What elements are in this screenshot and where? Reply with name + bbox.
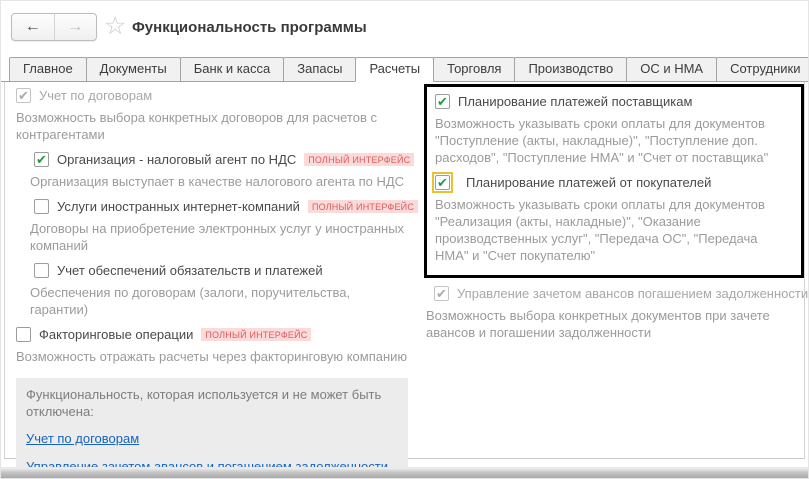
full-interface-badge: ПОЛНЫЙ ИНТЕРФЕЙС (304, 153, 414, 166)
tab-bank-i-kassa[interactable]: Банк и касса (180, 57, 285, 81)
checkmark-icon: ✔ (437, 95, 448, 108)
tab-content-panel: ✔ Учет по договорам Возможность выбора к… (4, 82, 805, 459)
forward-button[interactable]: → (54, 14, 97, 40)
window-bottom-bar (1, 467, 808, 478)
setting-uslugi-internet-kompanii: Услуги иностранных интернет-компаний ПОЛ… (16, 199, 410, 254)
setting-nalogovyi-agent-nds: ✔ Организация - налоговый агент по НДС П… (16, 152, 410, 190)
tab-proizvodstvo[interactable]: Производство (514, 57, 627, 81)
setting-description: Организация выступает в качестве налогов… (30, 173, 410, 190)
back-button[interactable]: ← (12, 14, 54, 40)
always-on-functionality-box: Функциональность, которая используется и… (16, 378, 408, 479)
setting-planirovanie-platezhei-postavshchikam: ✔ Планирование платежей поставщикам Возм… (435, 94, 793, 166)
checkmark-icon: ✔ (437, 176, 448, 189)
tab-torgovlya[interactable]: Торговля (433, 57, 515, 81)
checkbox-planirovanie-platezhei-postavshchikam[interactable]: ✔ (435, 94, 450, 109)
nav-button-group: ← → (11, 13, 97, 41)
checkbox-planirovanie-platezhei-ot-pokupatelei[interactable]: ✔ (435, 175, 450, 190)
always-on-functionality-text: Функциональность, которая используется и… (26, 386, 398, 420)
setting-description: Возможность указывать сроки оплаты для д… (435, 115, 793, 166)
back-arrow-icon: ← (25, 18, 41, 36)
checkbox-uchet-po-dogovoram: ✔ (16, 88, 31, 103)
tab-dokumenty[interactable]: Документы (86, 57, 181, 81)
checkbox-label: Услуги иностранных интернет-компаний (57, 199, 300, 214)
annotation-highlight-box: ✔ Планирование платежей поставщикам Возм… (424, 84, 804, 278)
setting-upravlenie-zachetom-avansov: ✔ Управление зачетом авансов погашением … (424, 286, 804, 341)
checkbox-label: Планирование платежей от покупателей (466, 175, 711, 190)
right-column: ✔ Планирование платежей поставщикам Возм… (424, 84, 804, 350)
checkbox-upravlenie-zachetom-avansov: ✔ (434, 286, 449, 301)
checkbox-uslugi-internet-kompanii[interactable] (34, 199, 49, 214)
tab-os-i-nma[interactable]: ОС и НМА (626, 57, 717, 81)
checkbox-label: Учет обеспечений обязательств и платежей (57, 263, 323, 278)
checkbox-uchet-obespechenii[interactable] (34, 263, 49, 278)
setting-description: Возможность отражать расчеты через факто… (16, 348, 410, 365)
checkmark-icon: ✔ (36, 153, 47, 166)
full-interface-badge: ПОЛНЫЙ ИНТЕРФЕЙС (201, 328, 311, 341)
checkbox-label: Организация - налоговый агент по НДС (57, 152, 296, 167)
tab-glavnoe[interactable]: Главное (9, 57, 87, 81)
tab-zapasy[interactable]: Запасы (283, 57, 356, 81)
setting-uchet-obespechenii: Учет обеспечений обязательств и платежей… (16, 263, 410, 318)
setting-planirovanie-platezhei-ot-pokupatelei: ✔ Планирование платежей от покупателей В… (435, 175, 793, 264)
page-title: Функциональность программы (132, 19, 367, 36)
checkmark-icon: ✔ (436, 287, 447, 300)
setting-description: Возможность указывать сроки оплаты для д… (435, 196, 793, 264)
link-uchet-po-dogovoram[interactable]: Учет по договорам (26, 431, 139, 446)
left-column: ✔ Учет по договорам Возможность выбора к… (16, 88, 410, 479)
tab-raschety[interactable]: Расчеты (355, 57, 434, 82)
tab-sotrudniki[interactable]: Сотрудники (716, 57, 809, 81)
setting-description: Договоры на приобретение электронных усл… (30, 220, 410, 254)
forward-arrow-icon: → (67, 18, 83, 36)
checkbox-label: Планирование платежей поставщикам (458, 94, 692, 109)
checkbox-faktoringovye-operacii[interactable] (16, 327, 31, 342)
checkbox-label: Факторинговые операции (39, 327, 193, 342)
full-interface-badge: ПОЛНЫЙ ИНТЕРФЕЙС (308, 200, 418, 213)
setting-uchet-po-dogovoram: ✔ Учет по договорам Возможность выбора к… (16, 88, 410, 143)
tab-bar: Главное Документы Банк и касса Запасы Ра… (1, 57, 808, 82)
favorite-star-icon[interactable]: ☆ (104, 12, 126, 40)
setting-description: Возможность выбора конкретных договоров … (16, 109, 410, 143)
annotation-checkbox-highlight: ✔ (432, 172, 453, 193)
setting-description: Обеспечения по договорам (залоги, поручи… (30, 284, 410, 318)
window-header: ← → ☆ Функциональность программы (1, 1, 808, 57)
setting-faktoringovye-operacii: Факторинговые операции ПОЛНЫЙ ИНТЕРФЕЙС … (16, 327, 410, 365)
checkbox-nalogovyi-agent-nds[interactable]: ✔ (34, 152, 49, 167)
functionality-window: ← → ☆ Функциональность программы Главное… (0, 0, 809, 479)
checkbox-label: Управление зачетом авансов погашением за… (457, 286, 808, 301)
setting-description: Возможность выбора конкретных документов… (426, 307, 804, 341)
checkmark-icon: ✔ (18, 89, 29, 102)
checkbox-label: Учет по договорам (39, 88, 152, 103)
